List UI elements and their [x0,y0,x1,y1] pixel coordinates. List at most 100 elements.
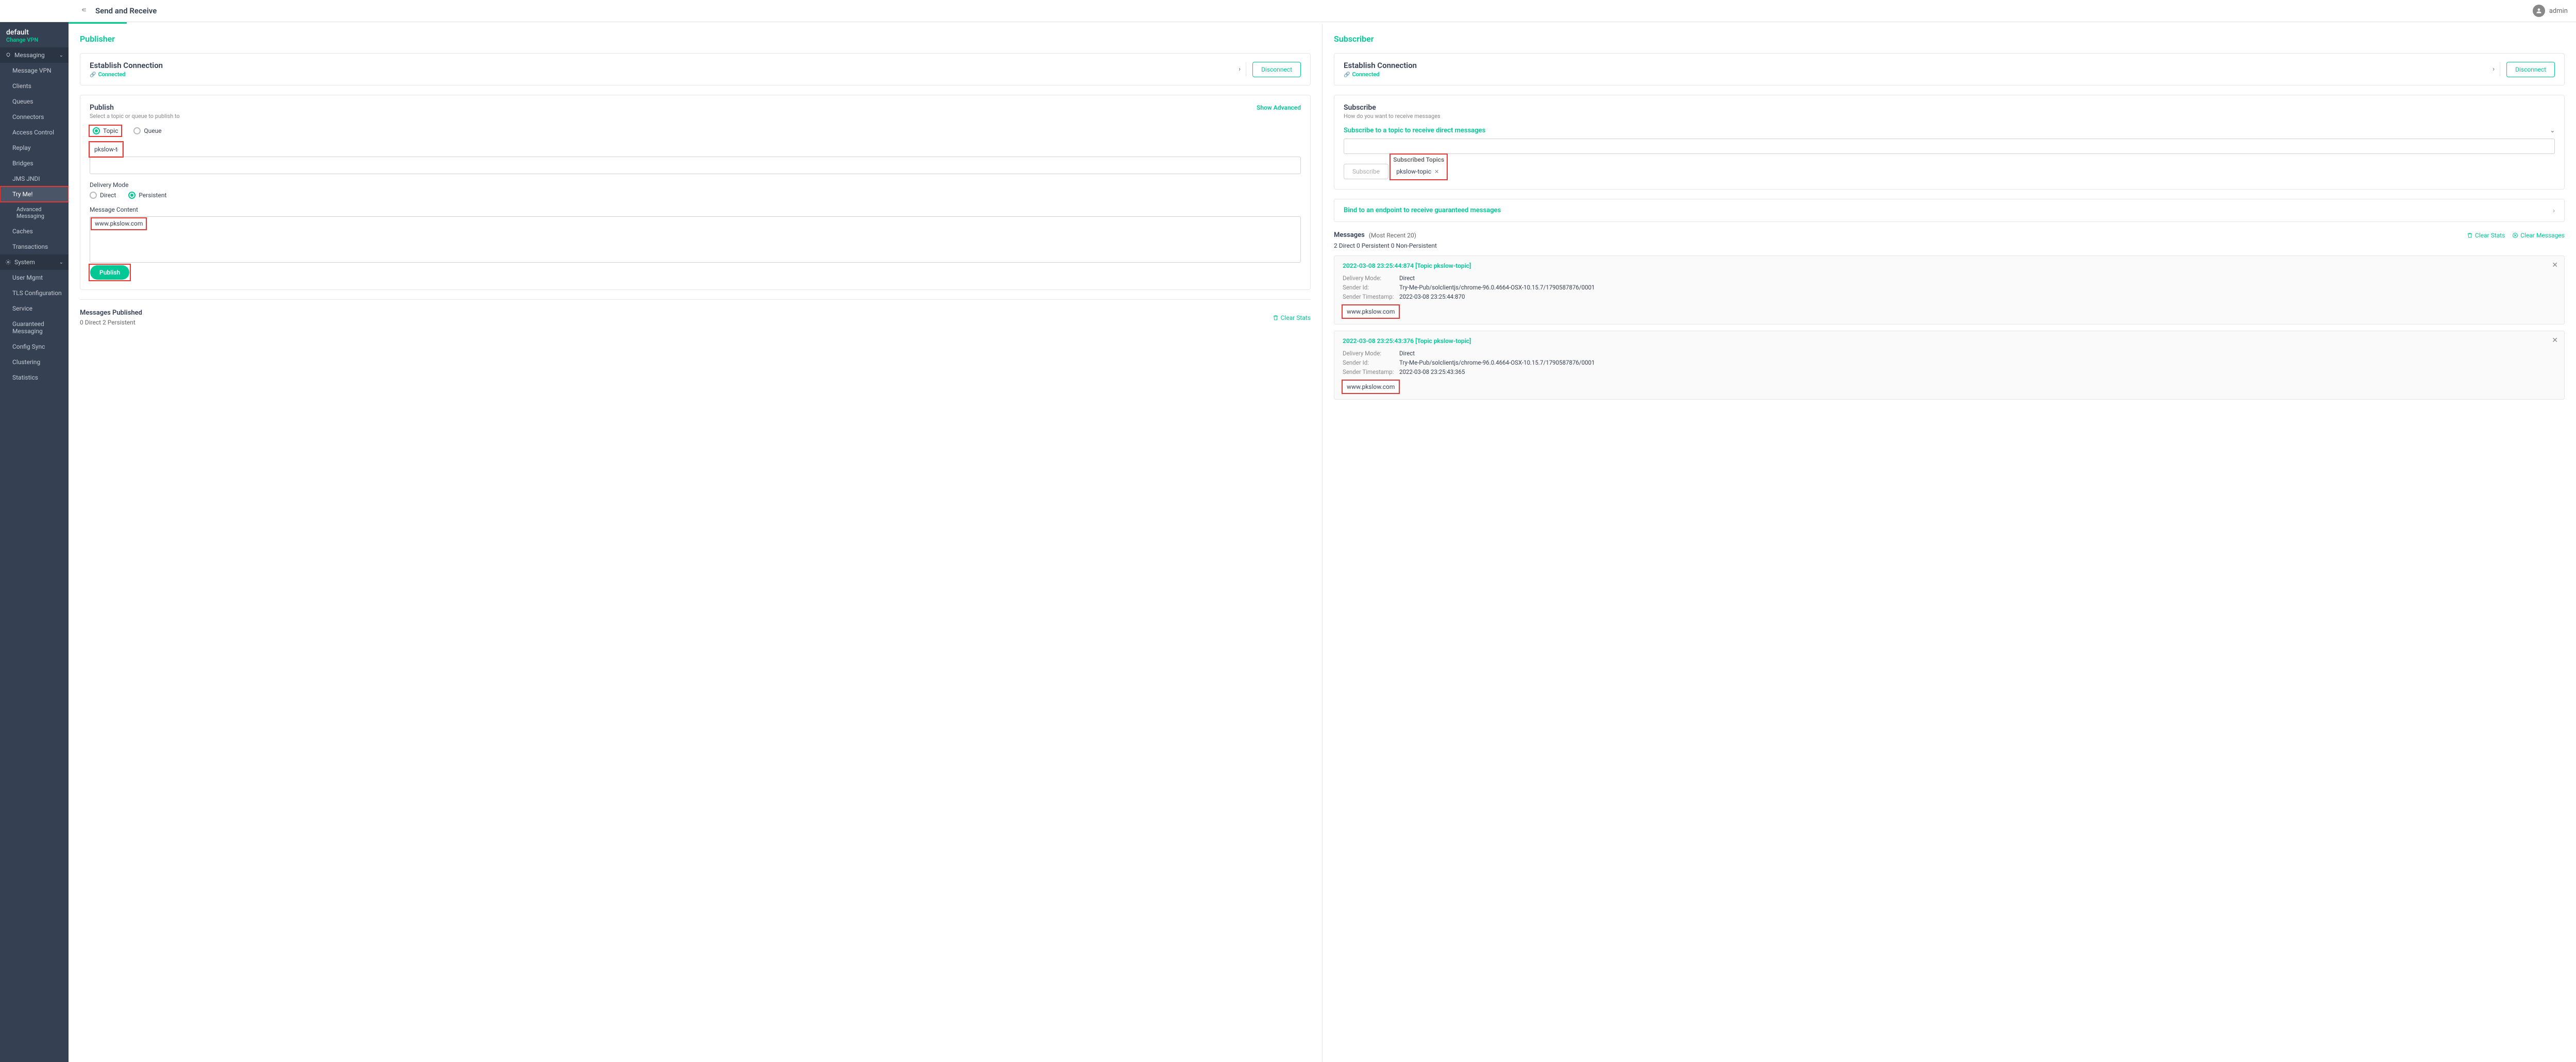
expand-connection-icon[interactable]: › [2487,62,2500,76]
nav-item-tls[interactable]: TLS Configuration [0,285,69,301]
publisher-connection-panel: Establish Connection Connected › Disconn… [80,53,1311,85]
trash-icon [1273,315,1279,321]
nav-item-try-me[interactable]: Try Me! [0,186,69,202]
nav-item-queues[interactable]: Queues [0,94,69,109]
link-icon [90,71,96,78]
nav-item-config-sync[interactable]: Config Sync [0,339,69,354]
divider [80,299,1311,300]
radio-checked-icon [93,127,100,134]
clear-icon [2512,232,2518,238]
nav-item-user-mgmt[interactable]: User Mgmt [0,270,69,285]
change-vpn-link[interactable]: Change VPN [6,37,62,43]
bind-endpoint-link[interactable]: Bind to an endpoint to receive guarantee… [1344,207,2553,214]
disconnect-button[interactable]: Disconnect [1252,62,1301,77]
radio-checked-icon [128,192,135,199]
nav-item-clustering[interactable]: Clustering [0,354,69,370]
message-content-input[interactable] [90,216,1301,263]
user-name[interactable]: admin [2549,7,2568,15]
messages-recent: (Most Recent 20) [1369,232,1416,239]
nav-item-message-vpn[interactable]: Message VPN [0,63,69,78]
publish-button[interactable]: Publish [90,265,129,280]
clear-messages-link[interactable]: Clear Messages [2512,232,2565,239]
clear-stats-link[interactable]: Clear Stats [1273,314,1311,321]
establish-connection-title: Establish Connection [90,61,1233,70]
topbar: Send and Receive admin [0,0,2576,22]
active-tab-underline [69,22,127,24]
publish-title: Publish [90,104,180,112]
connected-status: Connected [1344,71,2487,78]
messages-counts: 2 Direct 0 Persistent 0 Non-Persistent [1334,242,2565,249]
nav-item-connectors[interactable]: Connectors [0,109,69,125]
message-payload: www.pkslow.com [1343,381,1399,393]
nav-section-system[interactable]: System ⌄ [0,254,69,270]
message-content-label: Message Content [90,206,1301,213]
nav-item-clients[interactable]: Clients [0,78,69,94]
page-title: Send and Receive [91,6,2533,15]
sidebar: default Change VPN Messaging ⌄ Message V… [0,22,69,1062]
messages-published-counts: 0 Direct 2 Persistent [80,319,142,326]
chevron-down-icon: ⌄ [2550,127,2555,134]
radio-persistent[interactable]: Persistent [128,192,166,199]
delivery-mode-label: Delivery Mode [90,181,1301,189]
subscribe-topic-input[interactable] [1344,139,2555,154]
close-icon[interactable]: ✕ [2552,261,2558,269]
subscribe-topic-link[interactable]: Subscribe to a topic to receive direct m… [1344,127,2555,134]
subscribe-button[interactable]: Subscribe [1344,164,1388,179]
nav-item-caches[interactable]: Caches [0,224,69,239]
message-card: ✕ 2022-03-08 23:25:43:376 [Topic pkslow-… [1334,331,2565,400]
trash-icon [2467,232,2473,238]
chevron-down-icon: ⌄ [59,53,63,58]
nav-item-statistics[interactable]: Statistics [0,370,69,385]
message-card: ✕ 2022-03-08 23:25:44:874 [Topic pkslow-… [1334,255,2565,324]
connected-status: Connected [90,71,1233,78]
radio-direct[interactable]: Direct [90,192,116,199]
radio-topic[interactable]: Topic [93,127,118,134]
message-header: 2022-03-08 23:25:43:376 [Topic pkslow-to… [1343,337,2556,345]
subscribe-panel: Subscribe How do you want to receive mes… [1334,95,2565,190]
nav-item-bridges[interactable]: Bridges [0,156,69,171]
messages-published-title: Messages Published [80,309,142,317]
subscriber-title: Subscriber [1334,34,2565,44]
sidebar-collapse-icon[interactable] [77,5,91,17]
message-header: 2022-03-08 23:25:44:874 [Topic pkslow-to… [1343,262,2556,269]
clear-stats-link[interactable]: Clear Stats [2467,232,2505,239]
remove-chip-icon[interactable]: ✕ [1434,168,1439,175]
user-avatar-icon[interactable] [2533,5,2545,17]
show-advanced-link[interactable]: Show Advanced [1257,104,1301,111]
close-icon[interactable]: ✕ [2552,336,2558,345]
establish-connection-title: Establish Connection [1344,61,2487,70]
subscriber-connection-panel: Establish Connection Connected › Disconn… [1334,53,2565,85]
radio-unchecked-icon [90,192,97,199]
message-payload: www.pkslow.com [1343,305,1399,318]
publisher-title: Publisher [80,34,1311,44]
subscriber-column: Subscriber Establish Connection Connecte… [1322,24,2576,1062]
chevron-right-icon: › [2553,207,2555,214]
nav-item-guaranteed-messaging[interactable]: Guaranteed Messaging [0,316,69,339]
nav-item-transactions[interactable]: Transactions [0,239,69,254]
topic-input[interactable] [90,142,123,157]
nav-item-advanced-messaging[interactable]: Advanced Messaging [0,202,69,224]
subscribed-topics-label: Subscribed Topics [1393,156,1444,163]
message-content-value: www.pkslow.com [95,220,143,227]
publish-panel: Publish Select a topic or queue to publi… [80,95,1311,290]
chevron-down-icon: ⌄ [59,260,63,265]
publisher-column: Publisher Establish Connection Connected… [69,24,1322,1062]
disconnect-button[interactable]: Disconnect [2506,62,2555,77]
nav-item-jms-jndi[interactable]: JMS JNDI [0,171,69,186]
subscribe-subtitle: How do you want to receive messages [1344,113,2555,119]
publish-subtitle: Select a topic or queue to publish to [90,113,180,119]
nav-item-service[interactable]: Service [0,301,69,316]
radio-unchecked-icon [133,127,141,134]
vpn-name: default [6,28,62,37]
nav-item-replay[interactable]: Replay [0,140,69,156]
link-icon [1344,71,1350,78]
subscribed-topic-chip: pkslow-topic ✕ [1393,166,1442,177]
messages-published-row: Messages Published 0 Direct 2 Persistent… [80,309,1311,326]
expand-connection-icon[interactable]: › [1233,62,1246,76]
bind-endpoint-panel[interactable]: Bind to an endpoint to receive guarantee… [1334,199,2565,222]
nav-section-messaging[interactable]: Messaging ⌄ [0,47,69,63]
subscribe-title: Subscribe [1344,104,2555,112]
nav-item-access-control[interactable]: Access Control [0,125,69,140]
messages-title: Messages [1334,231,1365,239]
radio-queue[interactable]: Queue [133,127,161,134]
